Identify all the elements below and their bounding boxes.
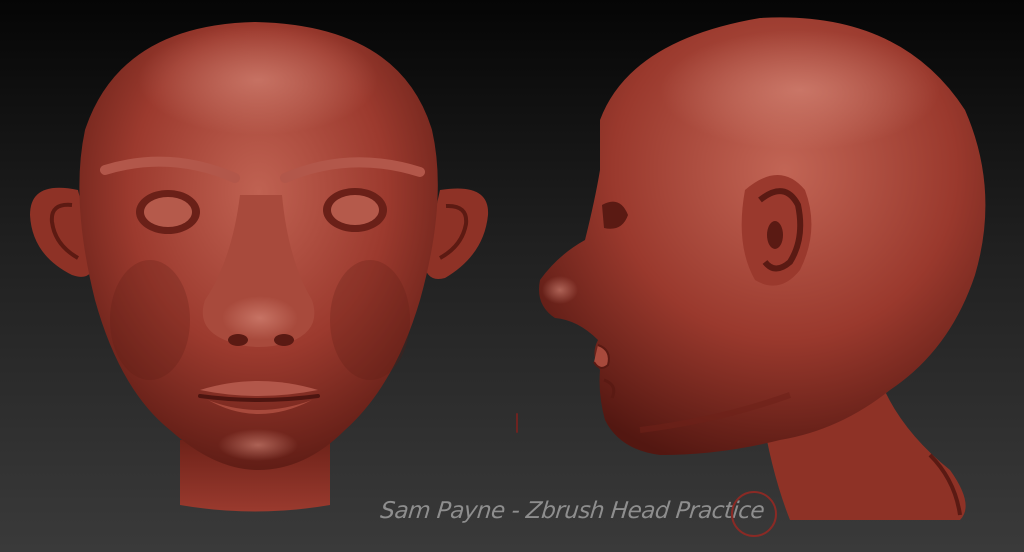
sculpt-viewport[interactable]: Sam Payne - Zbrush Head Practice: [0, 0, 1024, 552]
front-view-head[interactable]: [30, 22, 489, 512]
front-right-eye: [323, 188, 387, 232]
sculpt-scene: [30, 17, 986, 520]
artist-caption: Sam Payne - Zbrush Head Practice: [379, 498, 766, 524]
circle-brush-cursor-icon[interactable]: [731, 491, 777, 537]
stroke-mark: [516, 413, 518, 433]
side-view-head[interactable]: [539, 17, 986, 520]
front-left-eye: [136, 190, 200, 234]
